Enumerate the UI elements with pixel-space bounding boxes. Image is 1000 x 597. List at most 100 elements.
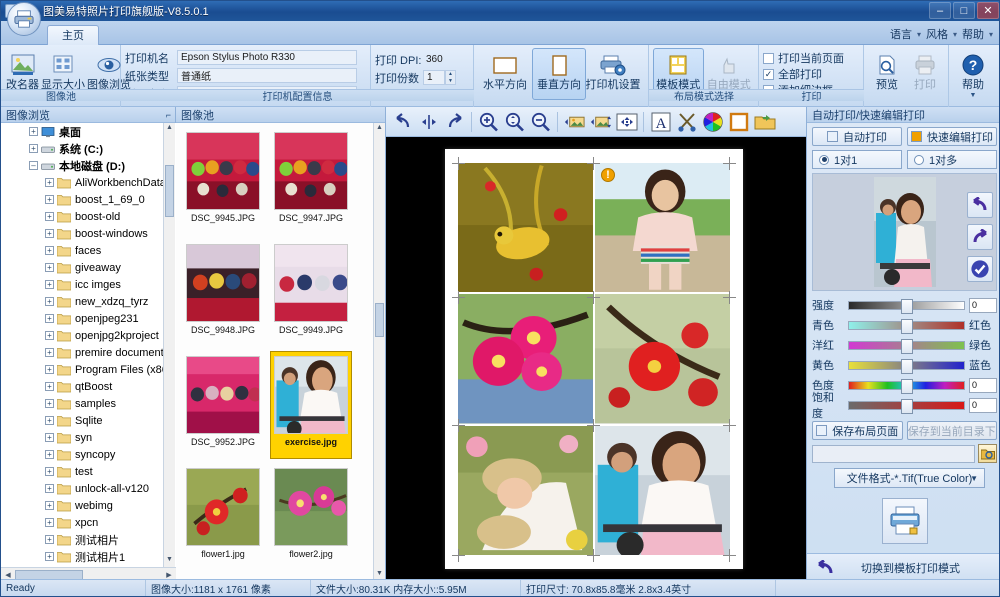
tree-node[interactable]: + premire documents — [1, 344, 176, 361]
tree-expand-icon[interactable]: + — [45, 314, 54, 323]
dpi-value[interactable]: 360 — [423, 52, 457, 67]
tree-node[interactable]: + 测试相片 — [1, 531, 176, 548]
print-current-page-checkbox[interactable] — [763, 52, 774, 64]
rotate-left-icon[interactable] — [967, 192, 993, 218]
menu-language-caret[interactable]: ▾ — [917, 30, 921, 39]
redo-icon[interactable] — [442, 109, 467, 134]
color-slider-track[interactable] — [848, 298, 965, 314]
maximize-button[interactable]: □ — [953, 2, 975, 19]
page-photo-slot[interactable]: ! — [595, 163, 730, 293]
tree-expand-icon[interactable]: + — [45, 416, 54, 425]
tree-expand-icon[interactable]: + — [45, 365, 54, 374]
tree-hscroll-left-arrow[interactable]: ◀ — [2, 571, 14, 579]
tree-node[interactable]: + syncopy — [1, 446, 176, 463]
chevron-down-icon[interactable]: ▼ — [970, 474, 978, 483]
tree-expand-icon[interactable]: + — [45, 450, 54, 459]
menu-style-caret[interactable]: ▾ — [953, 30, 957, 39]
menu-help-caret[interactable]: ▾ — [989, 30, 993, 39]
tree-expand-icon[interactable]: + — [45, 518, 54, 527]
file-format-select[interactable]: 文件格式-*.Tif(True Color) ▼ — [834, 468, 985, 488]
color-wheel-icon[interactable] — [700, 109, 725, 134]
color-slider-track[interactable] — [848, 378, 965, 394]
menu-style[interactable]: 风格 — [924, 25, 950, 43]
start-print-button[interactable] — [881, 498, 928, 544]
edit-preview-box[interactable] — [812, 173, 997, 291]
scissors-icon[interactable] — [674, 109, 699, 134]
tree-node[interactable]: + boost-windows — [1, 225, 176, 242]
minimize-button[interactable]: – — [929, 2, 951, 19]
pin-icon[interactable]: ⌐ — [166, 110, 171, 120]
save-layout-page-button[interactable]: 保存布局页面 — [812, 421, 903, 440]
tree-collapse-icon[interactable]: – — [29, 161, 38, 170]
tree-expand-icon[interactable]: + — [45, 467, 54, 476]
tree-expand-icon[interactable]: + — [45, 195, 54, 204]
save-path-input[interactable] — [812, 444, 975, 463]
page-photo-slot[interactable] — [458, 294, 593, 424]
tree-node[interactable]: + samples — [1, 395, 176, 412]
tree-node[interactable]: + unlock-all-v120 — [1, 480, 176, 497]
tree-node[interactable]: + openjpeg231 — [1, 310, 176, 327]
page-photo-slot[interactable] — [595, 294, 730, 424]
tree-expand-icon[interactable]: + — [45, 212, 54, 221]
pool-thumbnail[interactable]: exercise.jpg — [270, 351, 352, 459]
page-photo-slot[interactable] — [458, 163, 593, 293]
pool-scroll-thumb[interactable] — [375, 303, 384, 337]
tree-node[interactable]: + boost-old — [1, 208, 176, 225]
tree-scroll-up-arrow[interactable]: ▲ — [165, 124, 174, 134]
tree-node[interactable]: + 系统 (C:) — [1, 140, 176, 157]
tree-scroll-down-arrow[interactable]: ▼ — [165, 556, 174, 566]
tree-expand-icon[interactable]: + — [45, 263, 54, 272]
tree-scroll-thumb[interactable] — [165, 165, 174, 217]
pool-thumbnail[interactable]: DSC_9949.JPG — [270, 239, 352, 347]
one-to-many-radio[interactable] — [914, 154, 924, 165]
open-folder-icon[interactable] — [752, 109, 777, 134]
tree-expand-icon[interactable]: + — [45, 484, 54, 493]
color-slider-knob[interactable] — [900, 338, 913, 354]
print-all-checkbox[interactable]: ✓ — [763, 68, 774, 80]
pool-vertical-scrollbar[interactable]: ▲ ▼ — [373, 123, 385, 581]
tree-node[interactable]: + giveaway — [1, 259, 176, 276]
print-current-page-row[interactable]: 打印当前页面 — [763, 50, 844, 66]
pool-thumbnail[interactable]: DSC_9952.JPG — [182, 351, 264, 459]
tree-expand-icon[interactable]: + — [45, 399, 54, 408]
tree-expand-icon[interactable]: + — [45, 331, 54, 340]
tree-node[interactable]: + webimg — [1, 497, 176, 514]
zoom-in-icon[interactable] — [476, 109, 501, 134]
app-menu-orb[interactable] — [7, 2, 41, 36]
color-slider-value[interactable]: 0 — [969, 397, 997, 413]
tree-expand-icon[interactable]: + — [45, 535, 54, 544]
print-page[interactable]: ! — [445, 149, 743, 569]
tree-expand-icon[interactable]: + — [45, 552, 54, 561]
tree-expand-icon[interactable]: + — [45, 433, 54, 442]
color-slider-value[interactable]: 0 — [969, 377, 997, 393]
pool-thumbnail[interactable]: DSC_9947.JPG — [270, 127, 352, 235]
tab-home[interactable]: 主页 — [47, 25, 99, 45]
tree-node[interactable]: + faces — [1, 242, 176, 259]
canvas-work-area[interactable]: ! — [386, 137, 806, 581]
tree-expand-icon[interactable]: + — [45, 229, 54, 238]
auto-print-button[interactable]: 自动打印 — [812, 127, 902, 146]
tree-node[interactable]: + icc imges — [1, 276, 176, 293]
tree-node[interactable]: + Program Files (x86) — [1, 361, 176, 378]
browse-folder-icon[interactable] — [978, 444, 997, 463]
print-all-row[interactable]: ✓ 全部打印 — [763, 66, 822, 82]
close-button[interactable]: ✕ — [977, 2, 999, 19]
color-slider-knob[interactable] — [900, 318, 913, 334]
back-arrow-icon[interactable] — [807, 559, 841, 576]
tree-expand-icon[interactable]: + — [45, 348, 54, 357]
color-slider-row[interactable]: 青色 红色 — [812, 315, 997, 335]
frame-icon[interactable] — [726, 109, 751, 134]
zoom-fit-icon[interactable] — [502, 109, 527, 134]
rotate-right-icon[interactable] — [967, 224, 993, 250]
pool-scroll-up-arrow[interactable]: ▲ — [375, 124, 384, 134]
color-slider-knob[interactable] — [900, 398, 913, 414]
tree-vertical-scrollbar[interactable]: ▲ ▼ — [163, 123, 175, 567]
image-move-icon[interactable] — [588, 109, 613, 134]
color-slider-knob[interactable] — [900, 358, 913, 374]
tree-expand-icon[interactable]: + — [29, 127, 38, 136]
tree-node[interactable]: + openjpg2kproject — [1, 327, 176, 344]
tree-node[interactable]: + 桌面 — [1, 123, 176, 140]
tree-node[interactable]: – 本地磁盘 (D:) — [1, 157, 176, 174]
color-slider-value[interactable]: 0 — [969, 297, 997, 313]
tree-expand-icon[interactable]: + — [45, 297, 54, 306]
